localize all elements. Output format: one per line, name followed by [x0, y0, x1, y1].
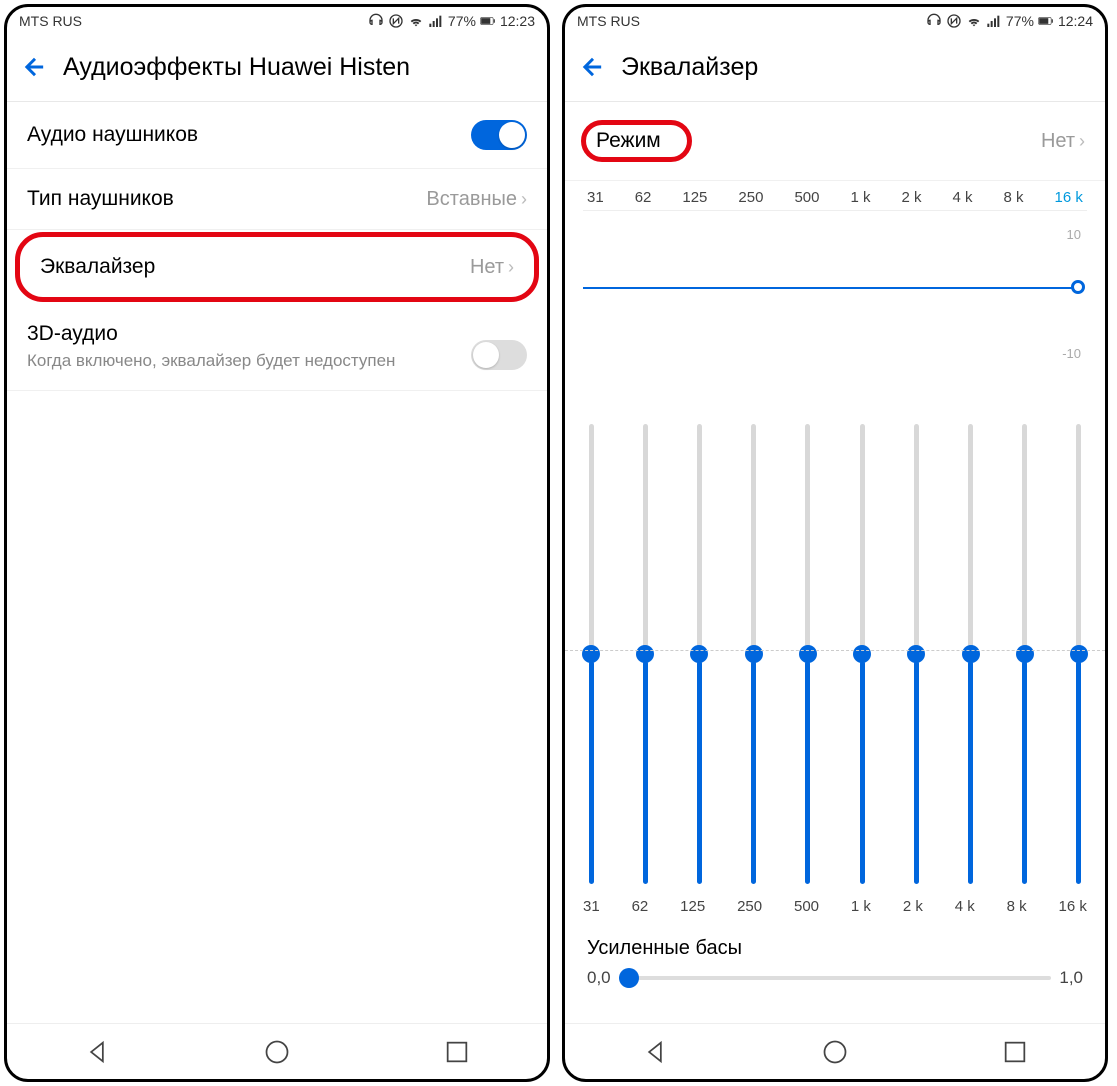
status-bar: MTS RUS 77% 12:23	[7, 7, 547, 35]
row-headphone-audio[interactable]: Аудио наушников	[7, 102, 547, 169]
chevron-right-icon: ›	[521, 189, 527, 210]
nav-bar	[565, 1023, 1105, 1079]
highlight-mode: Режим	[581, 120, 692, 162]
battery-percent: 77%	[1006, 13, 1034, 29]
graph-handle[interactable]	[1071, 280, 1085, 294]
battery-icon	[1038, 13, 1054, 29]
back-button[interactable]	[577, 51, 609, 83]
eq-sliders	[565, 410, 1105, 890]
page-title: Аудиоэффекты Huawei Histen	[63, 53, 410, 82]
signal-icon	[428, 13, 444, 29]
battery-percent: 77%	[448, 13, 476, 29]
bass-section: Усиленные басы 0,0 1,0	[565, 927, 1105, 998]
freq-labels-bottom: 31 62 125 250 500 1 k 2 k 4 k 8 k 16 k	[565, 890, 1105, 927]
eq-slider[interactable]	[750, 424, 758, 884]
row-3d-audio[interactable]: 3D-аудио Когда включено, эквалайзер буде…	[7, 304, 547, 391]
nav-home-icon[interactable]	[821, 1038, 849, 1066]
nav-recent-icon[interactable]	[443, 1038, 471, 1066]
eq-slider[interactable]	[858, 424, 866, 884]
equalizer-label: Эквалайзер	[40, 255, 155, 279]
bass-max: 1,0	[1059, 968, 1083, 988]
header: Эквалайзер	[565, 35, 1105, 102]
row-mode[interactable]: Режим Нет ›	[565, 102, 1105, 181]
headphone-icon	[368, 13, 384, 29]
status-icons: 77% 12:23	[368, 13, 535, 29]
headphone-icon	[926, 13, 942, 29]
phone-left: MTS RUS 77% 12:23 Аудиоэффекты Huawei Hi…	[4, 4, 550, 1082]
highlight-equalizer: Эквалайзер Нет ›	[15, 232, 539, 302]
nav-home-icon[interactable]	[263, 1038, 291, 1066]
carrier-label: MTS RUS	[19, 13, 82, 29]
wifi-icon	[408, 13, 424, 29]
3d-audio-sub: Когда включено, эквалайзер будет недосту…	[27, 350, 395, 372]
3d-audio-label: 3D-аудио	[27, 322, 395, 346]
nav-recent-icon[interactable]	[1001, 1038, 1029, 1066]
graph-line	[583, 287, 1079, 289]
nfc-icon	[388, 13, 404, 29]
headphone-audio-label: Аудио наушников	[27, 123, 198, 147]
chevron-right-icon: ›	[1079, 131, 1085, 152]
mode-value: Нет	[1041, 130, 1075, 153]
bass-label: Усиленные басы	[587, 937, 1083, 960]
freq-labels-top: 31 62 125 250 500 1 k 2 k 4 k 8 k 16 k	[565, 181, 1105, 210]
nav-bar	[7, 1023, 547, 1079]
eq-slider[interactable]	[641, 424, 649, 884]
carrier-label: MTS RUS	[577, 13, 640, 29]
row-headphone-type[interactable]: Тип наушников Вставные ›	[7, 169, 547, 230]
3d-audio-toggle[interactable]	[471, 340, 527, 370]
graph-mark-bot: -10	[1062, 346, 1081, 361]
clock: 12:23	[500, 13, 535, 29]
clock: 12:24	[1058, 13, 1093, 29]
header: Аудиоэффекты Huawei Histen	[7, 35, 547, 102]
signal-icon	[986, 13, 1002, 29]
mode-label: Режим	[596, 129, 661, 152]
status-bar: MTS RUS 77% 12:24	[565, 7, 1105, 35]
wifi-icon	[966, 13, 982, 29]
equalizer-value: Нет	[470, 256, 504, 279]
eq-slider[interactable]	[1075, 424, 1083, 884]
status-icons: 77% 12:24	[926, 13, 1093, 29]
row-equalizer[interactable]: Эквалайзер Нет ›	[20, 237, 534, 297]
headphone-type-value: Вставные	[426, 188, 517, 211]
bass-min: 0,0	[587, 968, 611, 988]
bass-slider[interactable]	[619, 976, 1052, 980]
graph-mark-top: 10	[1067, 227, 1081, 242]
headphone-audio-toggle[interactable]	[471, 120, 527, 150]
battery-icon	[480, 13, 496, 29]
bass-thumb[interactable]	[619, 968, 639, 988]
eq-slider[interactable]	[587, 424, 595, 884]
nav-back-icon[interactable]	[641, 1038, 669, 1066]
eq-graph[interactable]: 10 -10	[583, 210, 1087, 410]
phone-right: MTS RUS 77% 12:24 Эквалайзер Режим Нет ›…	[562, 4, 1108, 1082]
eq-slider[interactable]	[967, 424, 975, 884]
nfc-icon	[946, 13, 962, 29]
nav-back-icon[interactable]	[83, 1038, 111, 1066]
page-title: Эквалайзер	[621, 53, 758, 82]
eq-slider[interactable]	[1021, 424, 1029, 884]
headphone-type-label: Тип наушников	[27, 187, 174, 211]
eq-slider[interactable]	[804, 424, 812, 884]
chevron-right-icon: ›	[508, 257, 514, 278]
eq-slider[interactable]	[912, 424, 920, 884]
back-button[interactable]	[19, 51, 51, 83]
eq-slider[interactable]	[695, 424, 703, 884]
